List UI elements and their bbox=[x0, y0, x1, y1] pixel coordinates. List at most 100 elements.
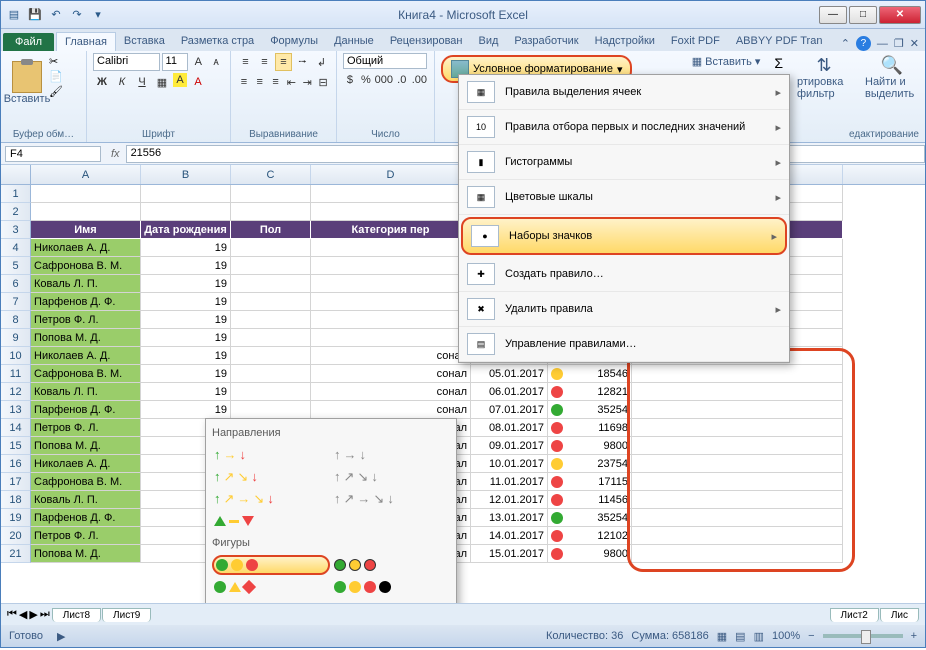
zoom-slider[interactable] bbox=[823, 634, 903, 638]
view-normal-icon[interactable]: ▦ bbox=[717, 630, 727, 643]
cell[interactable]: 17115 bbox=[548, 473, 632, 491]
cell[interactable]: сонал bbox=[311, 401, 471, 419]
row-header[interactable]: 20 bbox=[1, 527, 31, 545]
tab-nav-prev-icon[interactable]: ◀ bbox=[19, 608, 27, 621]
close-button[interactable]: ✕ bbox=[879, 6, 921, 24]
iconset-3triangles[interactable] bbox=[212, 511, 330, 531]
macro-icon[interactable]: ▶ bbox=[57, 630, 65, 643]
cell[interactable] bbox=[632, 527, 843, 545]
cell[interactable]: 19 bbox=[141, 239, 231, 257]
tab-nav-first-icon[interactable]: ⏮ bbox=[7, 608, 17, 621]
maximize-button[interactable]: □ bbox=[849, 6, 877, 24]
cell[interactable]: 19 bbox=[141, 329, 231, 347]
cell[interactable] bbox=[231, 365, 311, 383]
cf-manage-rules[interactable]: ▤Управление правилами… bbox=[459, 327, 789, 362]
cell[interactable]: Парфенов Д. Ф. bbox=[31, 293, 141, 311]
cell[interactable] bbox=[231, 275, 311, 293]
cell[interactable]: Сафронова В. М. bbox=[31, 257, 141, 275]
row-header[interactable]: 11 bbox=[1, 365, 31, 383]
cell[interactable]: 10.01.2017 bbox=[471, 455, 548, 473]
cut-icon[interactable]: ✂ bbox=[49, 55, 63, 68]
align-middle-icon[interactable]: ≡ bbox=[256, 53, 273, 71]
iconset-3arrows-colored[interactable]: ↑→↓ bbox=[212, 445, 330, 465]
iconset-3arrows-gray[interactable]: ↑→↓ bbox=[332, 445, 450, 465]
cell[interactable] bbox=[311, 275, 471, 293]
cell[interactable] bbox=[231, 347, 311, 365]
cell[interactable]: Николаев А. Д. bbox=[31, 239, 141, 257]
ribbon-tab[interactable]: Рецензирован bbox=[382, 32, 471, 51]
cell[interactable]: сонал bbox=[311, 365, 471, 383]
cell[interactable]: 18546 bbox=[548, 365, 632, 383]
zoom-in-icon[interactable]: + bbox=[911, 630, 917, 642]
cell[interactable]: 06.01.2017 bbox=[471, 383, 548, 401]
cell[interactable]: 9800 bbox=[548, 437, 632, 455]
row-header[interactable]: 13 bbox=[1, 401, 31, 419]
cell[interactable]: 07.01.2017 bbox=[471, 401, 548, 419]
cell[interactable] bbox=[231, 257, 311, 275]
cell[interactable] bbox=[231, 203, 311, 221]
tab-nav-next-icon[interactable]: ▶ bbox=[29, 608, 37, 621]
row-header[interactable]: 10 bbox=[1, 347, 31, 365]
row-header[interactable]: 9 bbox=[1, 329, 31, 347]
column-header[interactable]: A bbox=[31, 165, 141, 184]
column-header[interactable]: C bbox=[231, 165, 311, 184]
cell[interactable] bbox=[231, 383, 311, 401]
column-header[interactable]: B bbox=[141, 165, 231, 184]
cell[interactable]: Попова М. Д. bbox=[31, 437, 141, 455]
row-header[interactable]: 19 bbox=[1, 509, 31, 527]
ribbon-tab[interactable]: ABBYY PDF Tran bbox=[728, 32, 831, 51]
fx-icon[interactable]: fx bbox=[105, 148, 126, 160]
zoom-out-icon[interactable]: − bbox=[808, 630, 814, 642]
cf-top-bottom[interactable]: 10Правила отбора первых и последних знач… bbox=[459, 110, 789, 145]
name-box[interactable]: F4 bbox=[5, 146, 101, 162]
undo-icon[interactable]: ↶ bbox=[47, 6, 65, 24]
iconset-4trafficlights[interactable] bbox=[332, 577, 450, 597]
cell[interactable]: Коваль Л. П. bbox=[31, 275, 141, 293]
ribbon-tab[interactable]: Надстройки bbox=[587, 32, 663, 51]
row-header[interactable]: 12 bbox=[1, 383, 31, 401]
cell[interactable] bbox=[632, 437, 843, 455]
cell[interactable] bbox=[231, 293, 311, 311]
font-size-combo[interactable]: 11 bbox=[162, 53, 189, 71]
cell[interactable] bbox=[632, 401, 843, 419]
cell[interactable] bbox=[311, 329, 471, 347]
sheet-tab[interactable]: Лист8 bbox=[52, 608, 101, 622]
cf-new-rule[interactable]: ✚Создать правило… bbox=[459, 257, 789, 292]
cell[interactable]: 19 bbox=[141, 275, 231, 293]
cell[interactable]: 35254 bbox=[548, 401, 632, 419]
cell[interactable]: 12.01.2017 bbox=[471, 491, 548, 509]
cell[interactable]: Николаев А. Д. bbox=[31, 455, 141, 473]
cell[interactable]: 19 bbox=[141, 401, 231, 419]
ribbon-tab[interactable]: Вставка bbox=[116, 32, 173, 51]
cell[interactable]: Попова М. Д. bbox=[31, 329, 141, 347]
currency-icon[interactable]: $ bbox=[343, 71, 357, 89]
qat-more-icon[interactable]: ▾ bbox=[89, 6, 107, 24]
fill-color-icon[interactable]: A bbox=[173, 73, 187, 87]
sort-filter-button[interactable]: ⇅ ртировка фильтр bbox=[797, 55, 851, 100]
cell[interactable] bbox=[632, 383, 843, 401]
minimize-button[interactable]: — bbox=[819, 6, 847, 24]
cell[interactable]: 19 bbox=[141, 257, 231, 275]
sheet-tab[interactable]: Лист9 bbox=[102, 608, 151, 622]
find-select-button[interactable]: 🔍 Найти и выделить bbox=[865, 55, 919, 100]
cell[interactable]: Парфенов Д. Ф. bbox=[31, 509, 141, 527]
row-header[interactable]: 2 bbox=[1, 203, 31, 221]
row-header[interactable]: 21 bbox=[1, 545, 31, 563]
cell[interactable]: 35254 bbox=[548, 509, 632, 527]
cell[interactable] bbox=[311, 185, 471, 203]
cell[interactable]: 19 bbox=[141, 365, 231, 383]
cell[interactable] bbox=[311, 239, 471, 257]
cell[interactable]: Николаев А. Д. bbox=[31, 347, 141, 365]
autosum-icon[interactable]: Σ bbox=[774, 55, 783, 71]
cf-clear-rules[interactable]: ✖Удалить правила▸ bbox=[459, 292, 789, 327]
insert-cells-button[interactable]: ▦ Вставить▾ bbox=[692, 55, 761, 68]
align-bottom-icon[interactable]: ≡ bbox=[275, 53, 292, 71]
cell[interactable]: 12821 bbox=[548, 383, 632, 401]
shrink-font-icon[interactable]: ᴀ bbox=[208, 53, 224, 71]
cell[interactable] bbox=[632, 545, 843, 563]
sheet-tab[interactable]: Лис bbox=[880, 608, 919, 622]
cell[interactable] bbox=[231, 311, 311, 329]
mdi-minimize-icon[interactable]: — bbox=[877, 38, 888, 50]
cf-colorscales[interactable]: ▦Цветовые шкалы▸ bbox=[459, 180, 789, 215]
cell[interactable] bbox=[632, 365, 843, 383]
